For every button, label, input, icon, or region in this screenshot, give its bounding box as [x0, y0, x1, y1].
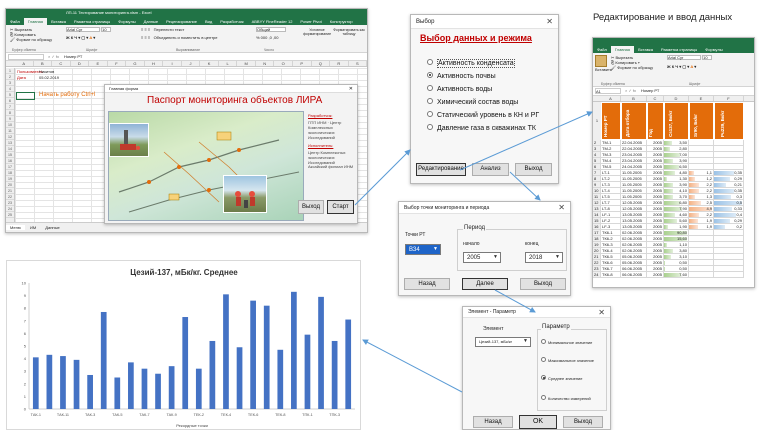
arrow-to-edit	[459, 111, 593, 171]
arrow-to-chart	[362, 339, 463, 393]
arrow-to-param	[494, 289, 536, 313]
flow-arrows	[354, 111, 593, 393]
arrow-main-to-select	[354, 149, 411, 206]
arrow-to-point	[509, 171, 541, 201]
